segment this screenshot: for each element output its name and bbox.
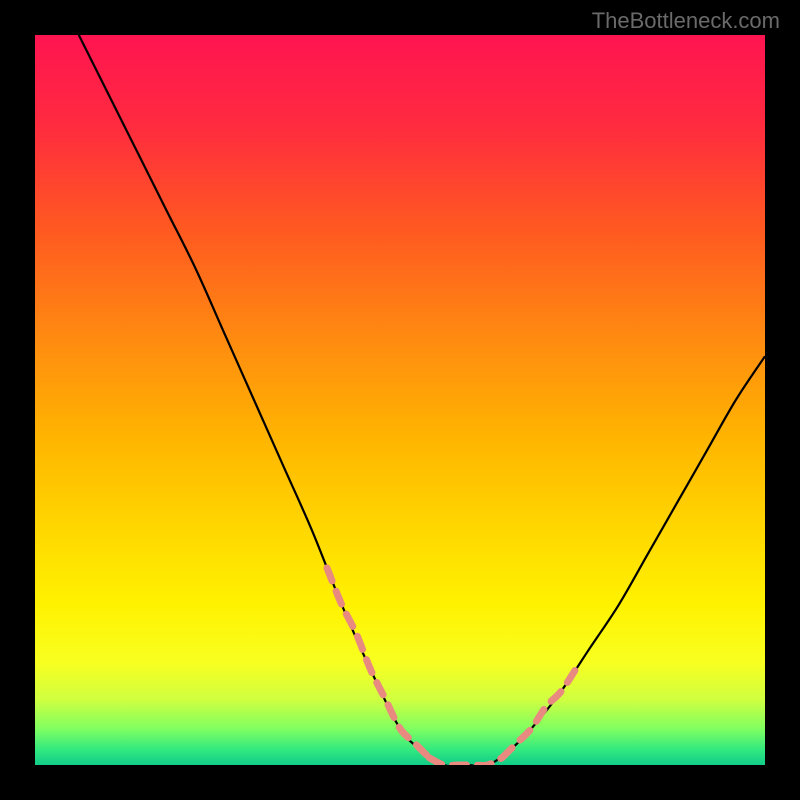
- chart-frame: TheBottleneck.com: [0, 0, 800, 800]
- bottleneck-curve: [79, 35, 765, 765]
- curve-layer: [35, 35, 765, 765]
- watermark-text: TheBottleneck.com: [592, 8, 780, 34]
- highlight-segment: [429, 758, 502, 765]
- plot-area: [35, 35, 765, 765]
- highlight-segment: [502, 670, 575, 758]
- highlight-segment: [327, 568, 429, 758]
